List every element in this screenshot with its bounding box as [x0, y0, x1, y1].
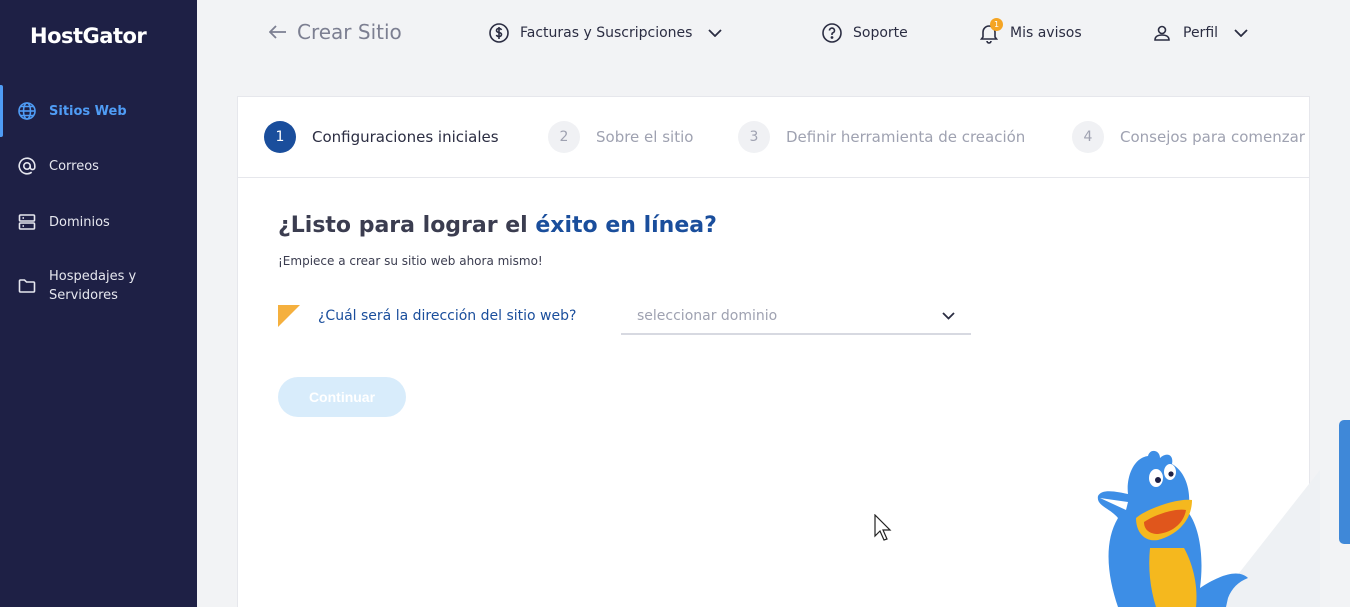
page-scrollbar[interactable]: [1339, 420, 1350, 544]
arrow-left-icon: [268, 20, 287, 44]
domain-question: ¿Cuál será la dirección del sitio web?: [278, 305, 576, 327]
step-label: Sobre el sitio: [596, 128, 694, 146]
step-number: 4: [1072, 121, 1104, 153]
notices-label: Mis avisos: [1010, 25, 1082, 41]
mouse-cursor-icon: [874, 514, 892, 541]
profile-menu[interactable]: Perfil: [1151, 22, 1258, 44]
notification-badge: 1: [990, 18, 1003, 31]
back-button[interactable]: Crear Sitio: [268, 20, 402, 44]
sidebar-item-hospedajes[interactable]: Hospedajes y Servidores: [0, 263, 197, 309]
top-header: Crear Sitio Facturas y Suscripciones Sop…: [197, 0, 1350, 68]
sidebar-item-dominios[interactable]: Dominios: [0, 199, 197, 245]
at-icon: [16, 155, 38, 177]
notices-link[interactable]: 1 Mis avisos: [978, 18, 1082, 44]
step-1: 1 Configuraciones iniciales: [264, 121, 499, 153]
step-label: Consejos para comenzar: [1120, 128, 1305, 146]
billing-label: Facturas y Suscripciones: [520, 25, 693, 41]
sidebar-item-label: Hospedajes y Servidores: [49, 269, 137, 303]
stepper: 1 Configuraciones iniciales 2 Sobre el s…: [238, 97, 1309, 178]
step-3: 3 Definir herramienta de creación: [738, 121, 1025, 153]
continue-button[interactable]: Continuar: [278, 377, 406, 417]
step-number: 2: [548, 121, 580, 153]
chevron-down-icon: [942, 312, 955, 320]
sidebar-item-label: Dominios: [49, 214, 110, 230]
heading-highlight: éxito en línea?: [535, 213, 717, 238]
domain-select[interactable]: seleccionar dominio: [621, 299, 971, 335]
domain-select-placeholder: seleccionar dominio: [637, 308, 778, 324]
sidebar-item-correos[interactable]: Correos: [0, 143, 197, 189]
profile-label: Perfil: [1183, 25, 1219, 41]
user-icon: [1154, 25, 1170, 41]
step-4: 4 Consejos para comenzar: [1072, 121, 1305, 153]
dollar-icon: [489, 23, 509, 43]
heading-prefix: ¿Listo para lograr el: [278, 213, 536, 238]
gator-mascot-illustration: [1097, 450, 1248, 607]
main-subtitle: ¡Empiece a crear su sitio web ahora mism…: [278, 254, 543, 268]
help-circle-icon: [822, 23, 842, 43]
step-label: Configuraciones iniciales: [312, 128, 499, 146]
globe-icon: [16, 100, 38, 122]
sidebar-item-label: Correos: [49, 158, 99, 174]
sidebar-item-sitios-web[interactable]: Sitios Web: [0, 85, 197, 137]
support-link[interactable]: Soporte: [821, 22, 908, 44]
chevron-down-icon: [1234, 29, 1248, 37]
step-number: 1: [264, 121, 296, 153]
bell-icon: 1: [978, 18, 1010, 44]
chevron-down-icon: [708, 29, 723, 37]
billing-menu[interactable]: Facturas y Suscripciones: [488, 22, 732, 44]
support-label: Soporte: [853, 25, 908, 41]
step-2: 2 Sobre el sitio: [548, 121, 693, 153]
step-number: 3: [738, 121, 770, 153]
sidebar-item-label: Sitios Web: [49, 103, 127, 119]
sidebar: HostGator Sitios Web Correos Dominios Ho…: [0, 0, 197, 607]
step-label: Definir herramienta de creación: [786, 128, 1026, 146]
domain-question-label: ¿Cuál será la dirección del sitio web?: [318, 308, 577, 324]
main-heading: ¿Listo para lograr el éxito en línea?: [278, 213, 717, 238]
page-title: Crear Sitio: [297, 20, 402, 44]
server-icon: [16, 211, 38, 233]
folder-icon: [16, 275, 38, 297]
triangle-marker-icon: [278, 305, 300, 327]
hostgator-logo[interactable]: HostGator: [30, 24, 147, 48]
